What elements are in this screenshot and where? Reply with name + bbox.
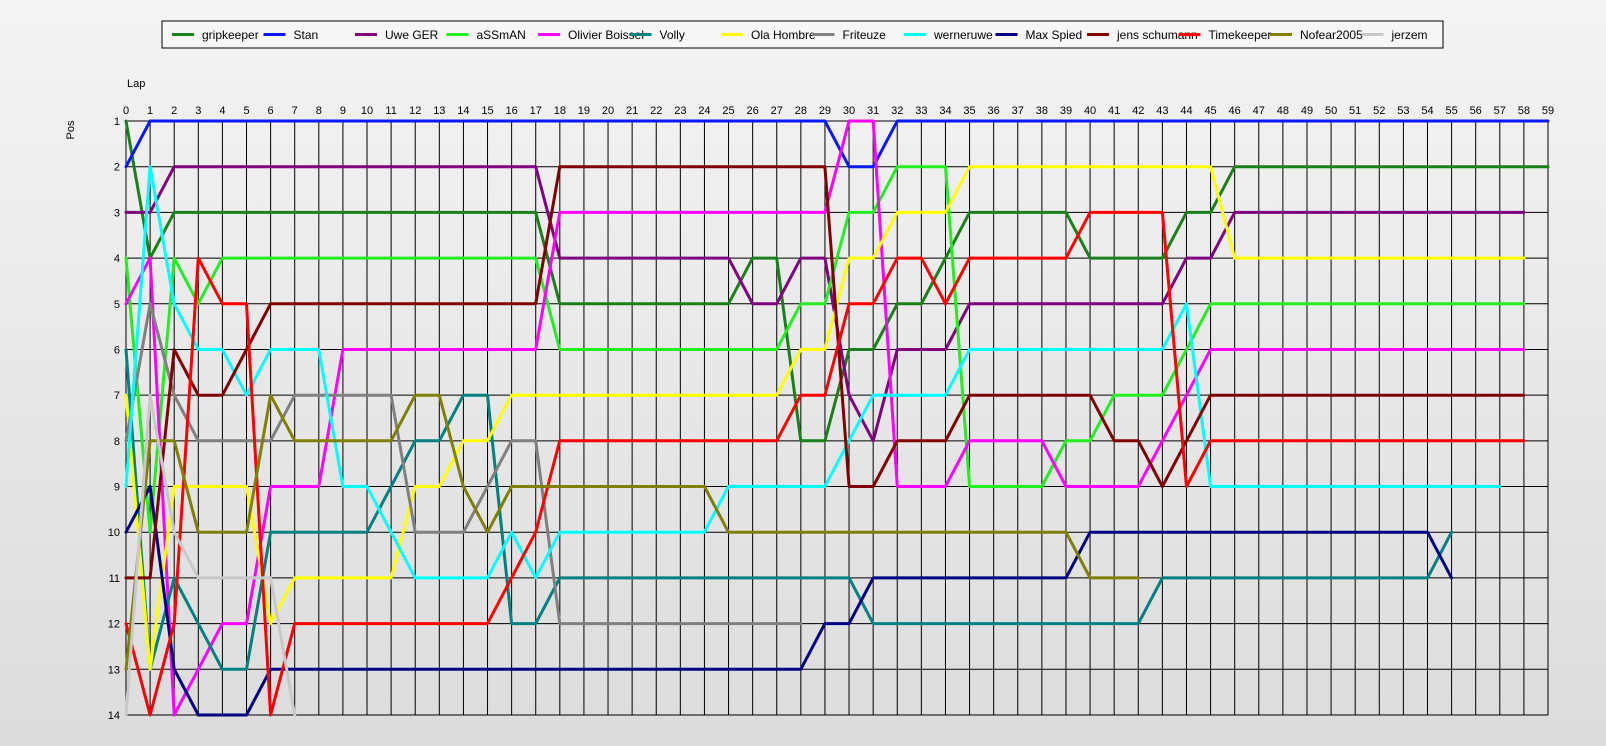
x-tick-label: 13 xyxy=(433,105,445,117)
legend: gripkeeper Stan Uwe GER aSSmAN Olivier Boiss… xyxy=(161,20,1444,49)
y-tick-label: 10 xyxy=(108,527,120,539)
x-tick-label: 23 xyxy=(674,105,686,117)
x-tick-label: 34 xyxy=(939,105,951,117)
x-tick-label: 12 xyxy=(409,105,421,117)
y-tick-label: 11 xyxy=(109,573,120,585)
series-line-max-spied xyxy=(124,485,1454,717)
x-tick-label: 15 xyxy=(481,105,493,117)
x-tick-labels: 0 1 2 3 4 5 6 7 8 9 10 11 12 13 14 15 16 17 18 19 20 21 22 23 24… xyxy=(123,105,1554,117)
x-tick-label: 1 xyxy=(147,105,153,117)
y-tick-label: 13 xyxy=(108,664,120,676)
legend-label: aSSmAN xyxy=(477,28,526,42)
x-tick-label: 45 xyxy=(1204,105,1216,117)
x-tick-label: 28 xyxy=(795,105,807,117)
y-tick-label: 8 xyxy=(114,436,120,448)
x-tick-label: 24 xyxy=(698,105,710,117)
x-tick-label: 30 xyxy=(843,105,855,117)
x-tick-label: 58 xyxy=(1518,105,1530,117)
legend-label: gripkeeper xyxy=(202,28,259,42)
y-tick-label: 14 xyxy=(108,710,120,722)
legend-label: werneruwe xyxy=(933,28,993,42)
x-tick-label: 51 xyxy=(1349,105,1361,117)
y-tick-label: 1 xyxy=(114,116,120,128)
plot-grid xyxy=(125,120,1549,716)
x-tick-label: 7 xyxy=(292,105,298,117)
x-tick-label: 59 xyxy=(1542,105,1554,117)
x-tick-label: 16 xyxy=(506,105,518,117)
x-tick-label: 54 xyxy=(1421,105,1433,117)
y-tick-label: 6 xyxy=(114,344,120,356)
x-tick-label: 43 xyxy=(1156,105,1168,117)
x-tick-label: 50 xyxy=(1325,105,1337,117)
x-tick-label: 31 xyxy=(867,105,879,117)
x-tick-label: 18 xyxy=(554,105,566,117)
x-tick-label: 40 xyxy=(1084,105,1096,117)
legend-label: jerzem xyxy=(1391,28,1428,42)
x-tick-label: 52 xyxy=(1373,105,1385,117)
x-tick-label: 55 xyxy=(1445,105,1457,117)
x-tick-label: 20 xyxy=(602,105,614,117)
x-tick-label: 6 xyxy=(268,105,274,117)
x-tick-label: 25 xyxy=(722,105,734,117)
x-tick-label: 21 xyxy=(626,105,638,117)
x-tick-label: 27 xyxy=(771,105,783,117)
x-tick-label: 48 xyxy=(1277,105,1289,117)
x-tick-label: 53 xyxy=(1397,105,1409,117)
series-line-stan xyxy=(124,119,1550,169)
legend-label: Uwe GER xyxy=(385,28,439,42)
x-tick-label: 11 xyxy=(385,105,396,117)
x-tick-label: 29 xyxy=(819,105,831,117)
x-tick-label: 10 xyxy=(361,105,373,117)
x-tick-label: 19 xyxy=(578,105,590,117)
y-tick-label: 12 xyxy=(108,619,120,631)
x-tick-label: 5 xyxy=(243,105,249,117)
x-tick-label: 37 xyxy=(1012,105,1024,117)
legend-label: Friteuze xyxy=(843,28,887,42)
y-tick-label: 9 xyxy=(114,482,120,494)
x-tick-label: 33 xyxy=(915,105,927,117)
x-tick-label: 9 xyxy=(340,105,346,117)
x-tick-label: 42 xyxy=(1132,105,1144,117)
x-tick-label: 35 xyxy=(963,105,975,117)
x-tick-label: 17 xyxy=(530,105,542,117)
x-tick-label: 26 xyxy=(747,105,759,117)
x-tick-label: 56 xyxy=(1470,105,1482,117)
legend-label: Timekeeper xyxy=(1209,28,1272,42)
y-tick-label: 5 xyxy=(114,299,120,311)
y-tick-label: 3 xyxy=(114,207,120,219)
y-tick-labels: 1234567891011121314 xyxy=(108,116,120,722)
x-tick-label: 57 xyxy=(1494,105,1506,117)
series-line-volly xyxy=(124,348,1454,671)
x-tick-label: 47 xyxy=(1253,105,1265,117)
x-axis-title: Lap xyxy=(127,78,145,90)
x-tick-label: 2 xyxy=(171,105,177,117)
y-tick-label: 2 xyxy=(114,162,120,174)
series-line-werneruwe xyxy=(124,165,1502,580)
x-tick-label: 39 xyxy=(1060,105,1072,117)
x-tick-label: 14 xyxy=(457,105,469,117)
legend-label: Nofear2005 xyxy=(1300,28,1363,42)
x-tick-label: 41 xyxy=(1108,105,1120,117)
series-lines xyxy=(124,119,1550,717)
lap-position-chart: gripkeeper Stan Uwe GER aSSmAN Olivier Boiss… xyxy=(65,20,1554,722)
legend-label: Volly xyxy=(660,28,685,42)
x-tick-label: 8 xyxy=(316,105,322,117)
x-tick-label: 4 xyxy=(219,105,225,117)
y-tick-label: 4 xyxy=(114,253,120,265)
legend-label: Stan xyxy=(294,28,319,42)
x-tick-label: 22 xyxy=(650,105,662,117)
y-tick-label: 7 xyxy=(114,390,120,402)
x-tick-label: 38 xyxy=(1036,105,1048,117)
x-tick-label: 44 xyxy=(1180,105,1192,117)
legend-label: Ola Hombre xyxy=(751,28,816,42)
x-tick-label: 49 xyxy=(1301,105,1313,117)
x-tick-label: 32 xyxy=(891,105,903,117)
legend-label: Max Spied xyxy=(1026,28,1083,42)
x-tick-label: 36 xyxy=(988,105,1000,117)
x-tick-label: 0 xyxy=(123,105,129,117)
y-axis-title: Pos xyxy=(65,120,77,139)
x-tick-label: 3 xyxy=(195,105,201,117)
x-tick-label: 46 xyxy=(1229,105,1241,117)
